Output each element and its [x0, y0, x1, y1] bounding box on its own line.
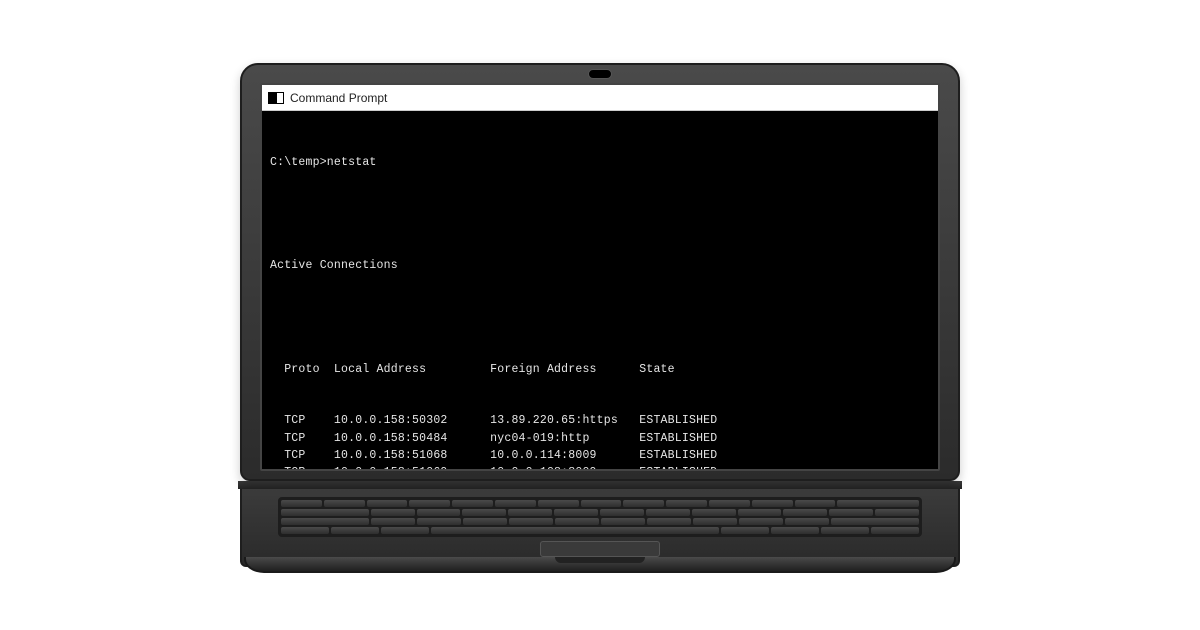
- window-titlebar[interactable]: Command Prompt: [262, 85, 938, 111]
- table-row: TCP 10.0.0.158:50484 nyc04-019:http ESTA…: [270, 430, 930, 447]
- keyboard-deck: [240, 489, 960, 567]
- touchpad: [540, 541, 660, 557]
- window-title: Command Prompt: [290, 91, 387, 105]
- laptop-lid: Command Prompt C:\temp>netstat Active Co…: [240, 63, 960, 481]
- column-headers: Proto Local Address Foreign Address Stat…: [270, 361, 930, 378]
- table-row: TCP 10.0.0.158:51069 10.0.0.108:8009 EST…: [270, 464, 930, 471]
- section-header: Active Connections: [270, 257, 930, 274]
- terminal-output[interactable]: C:\temp>netstat Active Connections Proto…: [262, 111, 938, 471]
- laptop-hinge: [238, 481, 962, 489]
- laptop-frame: Command Prompt C:\temp>netstat Active Co…: [240, 63, 960, 567]
- blank-line: [270, 205, 930, 222]
- laptop-base-lip: [244, 557, 956, 573]
- prompt-line: C:\temp>netstat: [270, 154, 930, 171]
- cmd-icon: [268, 92, 284, 104]
- table-row: TCP 10.0.0.158:51068 10.0.0.114:8009 EST…: [270, 447, 930, 464]
- blank-line: [270, 309, 930, 326]
- screen: Command Prompt C:\temp>netstat Active Co…: [260, 83, 940, 471]
- table-row: TCP 10.0.0.158:50302 13.89.220.65:https …: [270, 412, 930, 429]
- webcam-icon: [588, 69, 612, 79]
- keyboard: [278, 497, 922, 537]
